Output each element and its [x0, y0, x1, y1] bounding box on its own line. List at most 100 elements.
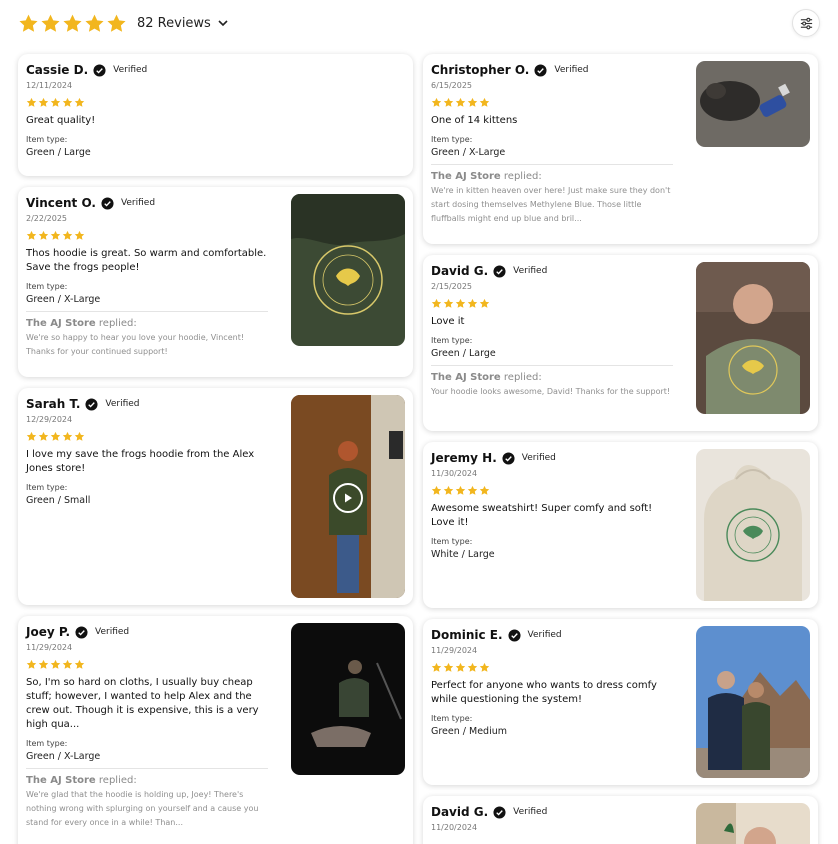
review-photo[interactable]	[696, 61, 810, 147]
check-badge-icon	[493, 805, 506, 819]
review-photo[interactable]	[291, 623, 405, 775]
item-type-label: Item type:	[26, 135, 68, 144]
star-icon	[50, 659, 61, 669]
star-icon	[431, 662, 442, 672]
star-icon	[50, 97, 61, 107]
play-button[interactable]	[333, 483, 363, 513]
review-card[interactable]: David G. Verified 2/15/2025 Love it Item…	[423, 255, 818, 431]
item-type-label: Item type:	[431, 537, 473, 546]
verified-label: Verified	[527, 630, 562, 640]
star-icon	[38, 230, 49, 240]
star-icon	[467, 485, 478, 495]
item-type-label: Item type:	[26, 282, 68, 291]
store-name: The AJ Store	[26, 775, 96, 786]
reviewer-name: Sarah T.	[26, 397, 81, 411]
review-card[interactable]: Joey P. Verified 11/29/2024 So, I'm so h…	[18, 616, 413, 844]
review-photo[interactable]	[696, 803, 810, 844]
check-badge-icon	[507, 628, 521, 642]
review-stars	[431, 662, 677, 673]
reviewer-name: Dominic E.	[431, 628, 503, 642]
review-date: 6/15/2025	[431, 81, 473, 90]
reply-word: replied:	[503, 372, 542, 383]
reviewer-name: Jeremy H.	[431, 451, 497, 465]
review-date: 11/20/2024	[431, 823, 478, 832]
star-icon	[26, 431, 37, 441]
store-name: The AJ Store	[431, 171, 501, 182]
item-type-value: Green / Small	[26, 495, 91, 506]
review-video[interactable]	[291, 395, 405, 598]
review-count-dropdown[interactable]: 82 Reviews	[137, 16, 229, 31]
review-text: So, I'm so hard on cloths, I usually buy…	[26, 677, 259, 730]
check-badge-icon	[85, 397, 98, 411]
review-stars	[431, 485, 677, 496]
verified-label: Verified	[554, 65, 589, 75]
reply-word: replied:	[98, 775, 137, 786]
review-text: Love it	[431, 316, 465, 327]
star-icon	[26, 97, 37, 107]
star-icon	[107, 14, 126, 32]
check-badge-icon	[101, 196, 114, 210]
reviewer-name: David G.	[431, 264, 489, 278]
review-text: Great quality!	[26, 115, 96, 126]
review-card[interactable]: Jeremy H. Verified 11/30/2024 Awesome sw…	[423, 442, 818, 608]
item-type-value: Green / X-Large	[26, 751, 101, 762]
review-card[interactable]: David G. Verified 11/20/2024	[423, 796, 818, 844]
check-badge-icon	[493, 264, 506, 278]
review-stars	[26, 97, 396, 108]
verified-label: Verified	[105, 399, 140, 409]
star-icon	[479, 662, 490, 672]
star-icon	[443, 662, 454, 672]
review-text: I love my save the frogs hoodie from the…	[26, 449, 255, 474]
star-icon	[50, 431, 61, 441]
review-date: 12/11/2024	[26, 81, 73, 90]
review-card[interactable]: Cassie D. Verified 12/11/2024 Great qual…	[18, 54, 413, 176]
review-photo[interactable]	[291, 194, 405, 346]
review-stars	[26, 431, 272, 442]
item-type-value: Green / Large	[26, 147, 91, 158]
review-stars	[26, 230, 272, 241]
verified-label: Verified	[113, 65, 148, 75]
star-icon	[431, 485, 442, 495]
reply-divider	[431, 365, 673, 366]
review-count-label: 82 Reviews	[137, 15, 211, 31]
review-card[interactable]: Sarah T. Verified 12/29/2024 I love my s…	[18, 388, 413, 605]
item-type-value: White / Large	[431, 549, 495, 560]
review-text: Thos hoodie is great. So warm and comfor…	[26, 248, 267, 273]
reviewer-name: Vincent O.	[26, 196, 96, 210]
review-card[interactable]: Christopher O. Verified 6/15/2025 One of…	[423, 54, 818, 244]
star-icon	[443, 97, 454, 107]
review-photo[interactable]	[696, 262, 810, 414]
item-type-value: Green / X-Large	[26, 294, 101, 305]
filter-button[interactable]	[792, 9, 820, 37]
star-icon	[74, 97, 85, 107]
star-icon	[467, 662, 478, 672]
star-icon	[431, 97, 442, 107]
star-icon	[74, 431, 85, 441]
star-icon	[62, 230, 73, 240]
review-photo[interactable]	[696, 626, 810, 778]
store-reply-heading: The AJ Store replied:	[26, 318, 272, 329]
store-reply-heading: The AJ Store replied:	[431, 171, 677, 182]
review-card[interactable]: Vincent O. Verified 2/22/2025 Thos hoodi…	[18, 187, 413, 377]
star-icon	[38, 431, 49, 441]
store-reply-heading: The AJ Store replied:	[431, 372, 677, 383]
item-type-label: Item type:	[26, 739, 68, 748]
check-badge-icon	[534, 63, 547, 77]
review-card[interactable]: Dominic E. Verified 11/29/2024 Perfect f…	[423, 619, 818, 785]
check-badge-icon	[75, 625, 88, 639]
star-icon	[467, 298, 478, 308]
star-icon	[19, 14, 38, 32]
review-photo[interactable]	[696, 449, 810, 601]
verified-label: Verified	[513, 807, 548, 817]
review-stars	[431, 298, 677, 309]
verified-label: Verified	[521, 453, 556, 463]
review-stars	[26, 659, 272, 670]
item-type-value: Green / X-Large	[431, 147, 506, 158]
reply-word: replied:	[98, 318, 137, 329]
star-icon	[455, 662, 466, 672]
store-name: The AJ Store	[26, 318, 96, 329]
reply-divider	[431, 164, 673, 165]
item-type-label: Item type:	[431, 135, 473, 144]
star-icon	[38, 659, 49, 669]
play-icon	[345, 493, 352, 503]
